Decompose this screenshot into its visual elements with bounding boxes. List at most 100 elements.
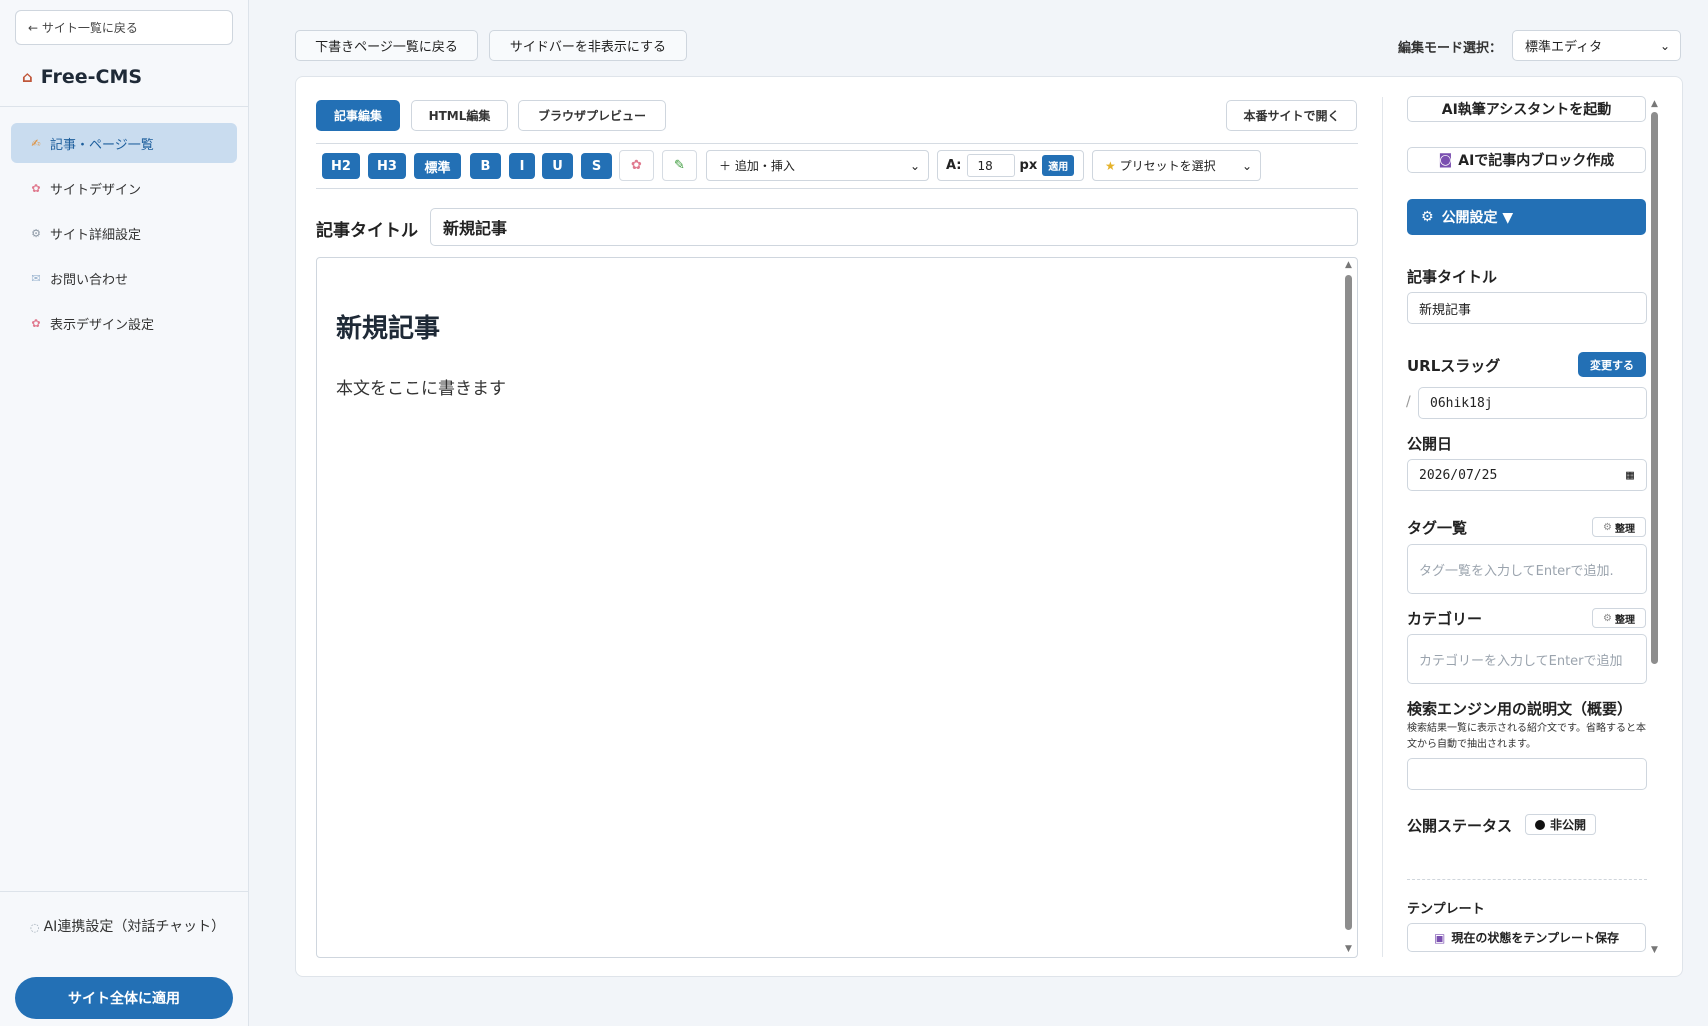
save-template-label: 現在の状態をテンプレート保存 bbox=[1451, 931, 1619, 945]
brand: ⌂ Free-CMS bbox=[22, 66, 142, 88]
gear-icon: ⚙ bbox=[1603, 612, 1612, 624]
tags-organize-button[interactable]: ⚙ 整理 bbox=[1592, 517, 1646, 537]
status-dot-icon bbox=[1535, 819, 1545, 830]
change-slug-button[interactable]: 変更する bbox=[1578, 352, 1646, 377]
tab-html-edit[interactable]: HTML編集 bbox=[411, 100, 508, 131]
chevron-down-icon: ⌄ bbox=[1659, 38, 1670, 53]
content-editor[interactable]: 新規記事 本文をここに書きます ▲ ▼ bbox=[316, 257, 1358, 958]
settings-divider bbox=[1382, 97, 1383, 957]
settings-scrollbar-thumb[interactable] bbox=[1651, 112, 1658, 664]
sidebar-item-site-design[interactable]: ✿ サイトデザイン bbox=[11, 168, 237, 208]
tab-article-edit[interactable]: 記事編集 bbox=[316, 100, 400, 131]
apply-all-button[interactable]: サイト全体に適用 bbox=[15, 977, 233, 1019]
house-icon: ⌂ bbox=[22, 68, 33, 86]
preset-select-value: プリセットを選択 bbox=[1119, 159, 1216, 173]
settings-scrollbar[interactable] bbox=[1650, 112, 1659, 948]
tags-label: タグ一覧 bbox=[1407, 519, 1468, 537]
sidebar-item-articles[interactable]: ✍ 記事・ページ一覧 bbox=[11, 123, 237, 163]
sidebar-bottom-divider bbox=[0, 891, 249, 892]
back-to-drafts-button[interactable]: 下書きページ一覧に戻る bbox=[295, 30, 478, 61]
h3-button[interactable]: H3 bbox=[368, 153, 406, 179]
slug-label: URLスラッグ bbox=[1407, 357, 1501, 375]
settings-title-label: 記事タイトル bbox=[1407, 268, 1498, 286]
sidebar-item-display-design[interactable]: ✿ 表示デザイン設定 bbox=[11, 303, 237, 343]
font-size-input[interactable]: 18 bbox=[966, 154, 1015, 177]
star-icon: ★ bbox=[1105, 159, 1116, 173]
article-title-input[interactable]: 新規記事 bbox=[430, 208, 1358, 246]
sidebar-divider bbox=[0, 106, 249, 107]
category-input[interactable]: カテゴリーを入力してEnterで追加 bbox=[1407, 634, 1647, 684]
chevron-down-icon: ⌄ bbox=[1241, 158, 1252, 173]
publish-settings-label: 公開設定 ▼ bbox=[1441, 210, 1514, 226]
scroll-up-icon[interactable]: ▲ bbox=[1651, 99, 1658, 109]
editor-scrollbar-thumb[interactable] bbox=[1345, 275, 1352, 930]
publish-settings-button[interactable]: ⚙ 公開設定 ▼ bbox=[1407, 199, 1646, 235]
floppy-disk-icon: ▣ bbox=[1434, 930, 1446, 945]
seo-description-input[interactable] bbox=[1407, 758, 1647, 790]
font-size-prefix: A: bbox=[946, 158, 962, 173]
palette-icon[interactable]: ✿ bbox=[619, 150, 654, 181]
tags-input[interactable]: タグ一覧を入力してEnterで追加. bbox=[1407, 544, 1647, 594]
preset-select[interactable]: ★ プリセットを選択 ⌄ bbox=[1092, 150, 1261, 181]
editor-paragraph[interactable]: 本文をここに書きます bbox=[336, 374, 506, 399]
publish-date-label: 公開日 bbox=[1407, 435, 1453, 453]
category-organize-button[interactable]: ⚙ 整理 bbox=[1592, 608, 1646, 628]
status-badge[interactable]: 非公開 bbox=[1525, 814, 1597, 835]
italic-button[interactable]: I bbox=[509, 153, 535, 179]
sidebar-item-label: 記事・ページ一覧 bbox=[50, 137, 154, 153]
sidebar: ← サイト一覧に戻る ⌂ Free-CMS ✍ 記事・ページ一覧 ✿ サイトデザ… bbox=[0, 0, 249, 1026]
slug-prefix: / bbox=[1406, 394, 1411, 410]
chevron-down-icon: ⌄ bbox=[909, 158, 920, 173]
ai-assistant-button[interactable]: AI執筆アシスタントを起動 bbox=[1407, 96, 1646, 122]
settings-title-input[interactable]: 新規記事 bbox=[1407, 292, 1647, 324]
edit-mode-label: 編集モード選択： bbox=[1398, 41, 1503, 56]
publish-status-label: 公開ステータス bbox=[1407, 817, 1513, 835]
tab-browser-preview[interactable]: ブラウザプレビュー bbox=[518, 100, 666, 131]
calendar-icon[interactable]: ▦ bbox=[1626, 468, 1634, 483]
slug-input[interactable]: 06hik18j bbox=[1418, 387, 1647, 419]
highlighter-icon[interactable]: ✎ bbox=[662, 150, 697, 181]
scroll-down-icon[interactable]: ▼ bbox=[1651, 945, 1658, 955]
font-size-unit: px bbox=[1019, 158, 1038, 173]
sidebar-item-label: AI連携設定（対話チャット） bbox=[43, 919, 226, 935]
scroll-up-icon[interactable]: ▲ bbox=[1345, 260, 1352, 270]
ai-block-button[interactable]: ◙ AIで記事内ブロック作成 bbox=[1407, 147, 1646, 173]
sidebar-item-ai-settings[interactable]: ◌ AI連携設定（対話チャット） bbox=[30, 917, 225, 938]
seo-description-help: 検索結果一覧に表示される紹介文です。省略すると本文から自動で抽出されます。 bbox=[1407, 723, 1646, 750]
edit-mode-select[interactable]: 標準エディタ ⌄ bbox=[1512, 30, 1681, 61]
sidebar-item-site-settings[interactable]: ⚙ サイト詳細設定 bbox=[11, 213, 237, 253]
hide-sidebar-button[interactable]: サイドバーを非表示にする bbox=[489, 30, 687, 61]
envelope-icon: ✉ bbox=[31, 271, 41, 285]
gear-icon: ⚙ bbox=[31, 226, 41, 240]
settings-dashed-divider bbox=[1407, 879, 1647, 880]
organize-label: 整理 bbox=[1614, 614, 1635, 626]
save-template-button[interactable]: ▣ 現在の状態をテンプレート保存 bbox=[1407, 923, 1646, 952]
bold-button[interactable]: B bbox=[470, 153, 501, 179]
open-live-site-button[interactable]: 本番サイトで開く bbox=[1226, 100, 1357, 131]
editor-scrollbar[interactable] bbox=[1344, 275, 1353, 943]
font-size-control: A: 18 px 適用 bbox=[937, 150, 1084, 181]
insert-select-value: ＋ 追加・挿入 bbox=[719, 159, 795, 173]
sidebar-item-contact[interactable]: ✉ お問い合わせ bbox=[11, 258, 237, 298]
robot-icon: ◙ bbox=[1438, 152, 1453, 168]
ai-block-label: AIで記事内ブロック作成 bbox=[1458, 153, 1615, 169]
seo-description-label: 検索エンジン用の説明文（概要） bbox=[1407, 700, 1633, 718]
sidebar-item-label: お問い合わせ bbox=[50, 272, 129, 288]
sidebar-item-label: サイトデザイン bbox=[50, 182, 142, 198]
publish-date-input[interactable]: 2026/07/25 ▦ bbox=[1407, 459, 1647, 491]
scroll-down-icon[interactable]: ▼ bbox=[1345, 944, 1352, 954]
article-title-label: 記事タイトル bbox=[316, 221, 418, 241]
back-to-sites-button[interactable]: ← サイト一覧に戻る bbox=[15, 10, 233, 45]
editor-heading[interactable]: 新規記事 bbox=[336, 308, 440, 345]
brand-name: Free-CMS bbox=[40, 66, 143, 88]
gear-icon: ⚙ bbox=[1421, 209, 1434, 225]
palette-icon: ✿ bbox=[31, 181, 41, 195]
organize-label: 整理 bbox=[1614, 523, 1635, 535]
category-label: カテゴリー bbox=[1407, 610, 1483, 628]
font-size-apply-button[interactable]: 適用 bbox=[1042, 155, 1075, 176]
underline-button[interactable]: U bbox=[542, 153, 573, 179]
strikethrough-button[interactable]: S bbox=[581, 153, 612, 179]
h2-button[interactable]: H2 bbox=[322, 153, 360, 179]
normal-text-button[interactable]: 標準 bbox=[414, 153, 461, 179]
insert-select[interactable]: ＋ 追加・挿入 ⌄ bbox=[706, 150, 929, 181]
